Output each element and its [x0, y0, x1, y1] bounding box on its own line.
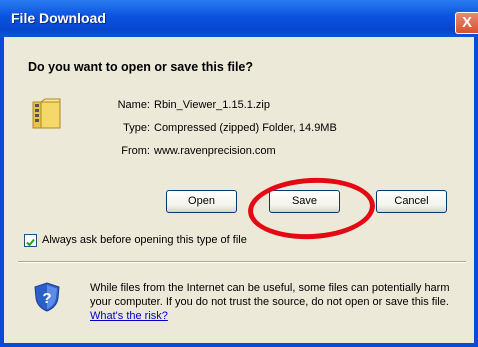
divider — [18, 261, 466, 263]
dialog-question: Do you want to open or save this file? — [28, 60, 254, 74]
cancel-button[interactable]: Cancel — [376, 190, 447, 213]
always-ask-checkbox[interactable] — [24, 234, 37, 247]
close-button[interactable]: X — [455, 12, 478, 34]
file-download-window: File Download X Do you want to open or s… — [0, 0, 478, 347]
svg-text:?: ? — [42, 290, 51, 307]
from-label: From: — [121, 145, 150, 157]
close-icon: X — [461, 14, 472, 31]
file-name: Rbin_Viewer_1.15.1.zip — [154, 99, 270, 111]
whats-the-risk-link[interactable]: What's the risk? — [90, 310, 168, 322]
open-button[interactable]: Open — [166, 190, 237, 213]
always-ask-label[interactable]: Always ask before opening this type of f… — [42, 234, 247, 246]
file-source: www.ravenprecision.com — [154, 145, 276, 157]
warning-text: While files from the Internet can be use… — [90, 282, 450, 308]
name-label: Name: — [117, 99, 150, 111]
title-bar[interactable]: File Download X — [0, 0, 478, 37]
shield-question-icon: ? — [34, 282, 60, 312]
dialog-body: Do you want to open or save this file? N… — [4, 37, 474, 343]
security-warning: While files from the Internet can be use… — [90, 281, 460, 323]
window-title: File Download — [11, 10, 106, 26]
zip-folder-icon — [32, 98, 61, 129]
file-type: Compressed (zipped) Folder, 14.9MB — [154, 122, 337, 134]
checkmark-icon — [26, 238, 35, 247]
type-label: Type: — [123, 122, 150, 134]
